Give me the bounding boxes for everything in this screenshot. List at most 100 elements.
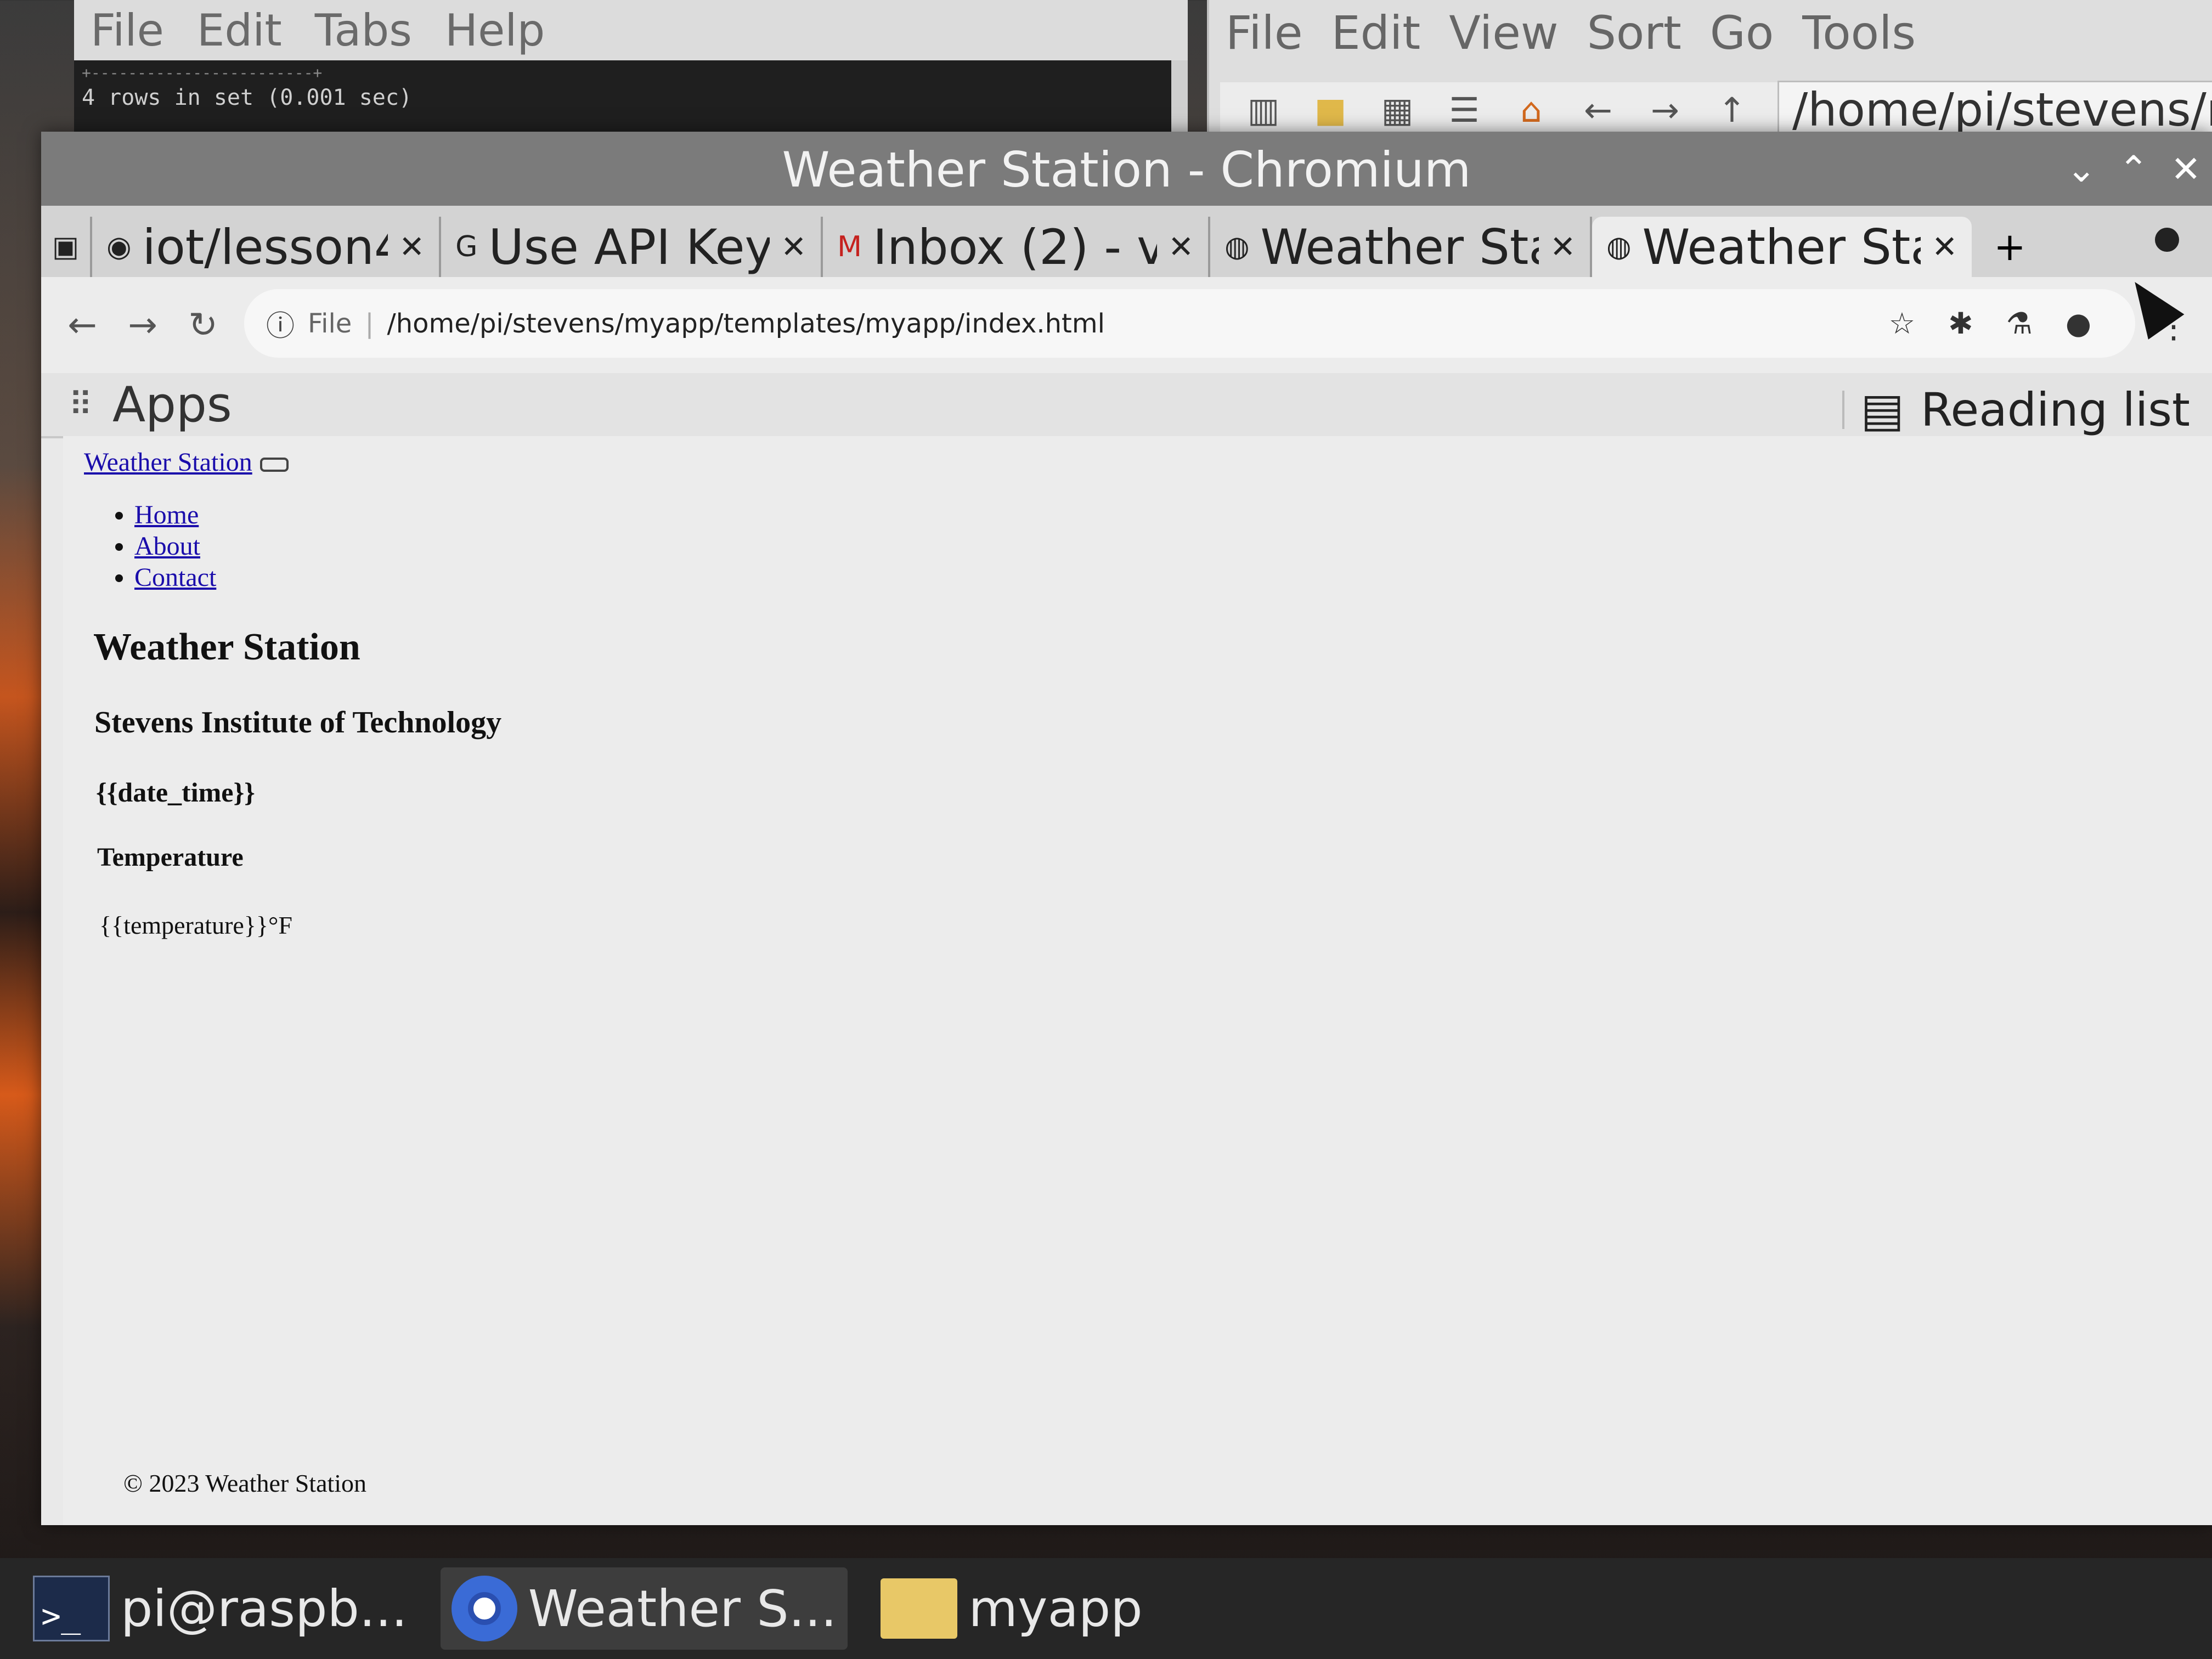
chromium-icon: [451, 1576, 517, 1641]
tab-search-dot-icon[interactable]: [2155, 228, 2179, 252]
address-bar[interactable]: ⓘ File | /home/pi/stevens/myapp/template…: [244, 289, 2135, 358]
fm-menu-tools[interactable]: Tools: [1802, 6, 1916, 60]
new-tab-button[interactable]: +: [1972, 217, 2048, 277]
home-icon[interactable]: ⌂: [1510, 88, 1553, 131]
terminal-icon: >_: [33, 1576, 110, 1641]
taskbar-item-chromium[interactable]: Weather S...: [440, 1567, 848, 1650]
apps-grid-icon[interactable]: ⠿: [69, 386, 93, 424]
taskbar: >_ pi@raspb... Weather S... myapp: [0, 1558, 2212, 1659]
window-titlebar[interactable]: Weather Station - Chromium ⌄ ⌃ ✕: [41, 132, 2212, 206]
gmail-icon: M: [837, 230, 862, 263]
icon-view-icon[interactable]: ▦: [1376, 88, 1419, 131]
url-text[interactable]: /home/pi/stevens/myapp/templates/myapp/i…: [387, 308, 1105, 339]
folder-icon[interactable]: ■: [1309, 88, 1352, 131]
tab-close-icon[interactable]: ✕: [1932, 229, 1957, 265]
tab-close-icon[interactable]: ✕: [1550, 229, 1576, 265]
tab-close-icon[interactable]: ✕: [781, 229, 806, 265]
list-view-icon[interactable]: ☰: [1443, 88, 1486, 131]
fm-menu-file[interactable]: File: [1226, 6, 1303, 60]
scheme-separator: |: [365, 308, 374, 339]
globe-icon: ◍: [1224, 230, 1250, 263]
omnibox-actions: ☆ ✱ ⚗ ●: [1889, 306, 2091, 341]
profile-avatar-icon[interactable]: ●: [2066, 306, 2091, 341]
sidebar-toggle-icon[interactable]: ▥: [1242, 88, 1285, 131]
tab-close-icon[interactable]: ✕: [399, 229, 425, 265]
file-manager-window: File Edit View Sort Go Tools ▥ ■ ▦ ☰ ⌂ ←…: [1207, 0, 2212, 139]
tab-title: Inbox (2) - vk: [873, 218, 1157, 275]
bookmarks-bar: ⠿ Apps ▤ Reading list: [41, 373, 2212, 438]
page-subheading: Stevens Institute of Technology: [94, 706, 502, 740]
fm-menu-view[interactable]: View: [1449, 6, 1558, 60]
nav-link-contact[interactable]: Contact: [134, 563, 216, 592]
terminal-table-border: +------------------------+: [82, 64, 323, 82]
fm-menu-sort[interactable]: Sort: [1587, 6, 1681, 60]
navigation-toolbar: ← → ↻ ⓘ File | /home/pi/stevens/myapp/te…: [41, 277, 2212, 373]
reload-icon[interactable]: ↻: [184, 305, 222, 346]
window-title: Weather Station - Chromium: [782, 142, 1471, 198]
tab-title: iot/lesson4/s: [142, 218, 388, 275]
terminal-menu-help[interactable]: Help: [445, 5, 545, 56]
tab-weather-station-active[interactable]: ◍ Weather Stat ✕: [1592, 217, 1972, 277]
navbar-toggler-button[interactable]: [259, 457, 289, 472]
nav-list: Home About Contact: [101, 499, 216, 593]
file-manager-path[interactable]: /home/pi/stevens/mya: [1778, 81, 2212, 139]
maximize-icon[interactable]: ⌃: [2118, 148, 2148, 190]
up-arrow-icon[interactable]: ↑: [1711, 88, 1753, 131]
fm-menu-edit[interactable]: Edit: [1331, 6, 1421, 60]
file-manager-menubar: File Edit View Sort Go Tools: [1209, 0, 2212, 66]
globe-icon: ◍: [1606, 230, 1632, 263]
taskbar-label: pi@raspb...: [121, 1579, 408, 1638]
page-heading: Weather Station: [93, 626, 360, 668]
close-icon[interactable]: ✕: [2171, 148, 2201, 190]
reading-list-label: Reading list: [1920, 383, 2190, 437]
terminal-result-line: 4 rows in set (0.001 sec): [82, 85, 413, 110]
google-icon: G: [455, 230, 478, 263]
nav-item-contact: Contact: [134, 562, 216, 593]
tab-weather-station-1[interactable]: ◍ Weather Stat ✕: [1210, 217, 1593, 277]
tab-strip: ▣ ◉ iot/lesson4/s ✕ G Use API Keys ✕ M I…: [41, 206, 2212, 277]
nav-link-about[interactable]: About: [134, 532, 200, 561]
tab-search-icon[interactable]: ▣: [41, 217, 93, 277]
tab-title: Use API Keys: [488, 218, 770, 275]
back-arrow-icon[interactable]: ←: [63, 305, 101, 346]
terminal-menu-file[interactable]: File: [91, 5, 164, 56]
terminal-window: File Edit Tabs Help +-------------------…: [74, 0, 1188, 137]
tab-search-icon-glyph: ▣: [52, 230, 80, 263]
page-content: Weather Station Home About Contact Weath…: [63, 436, 2212, 1525]
forward-arrow-icon[interactable]: →: [123, 305, 162, 346]
nav-link-home[interactable]: Home: [134, 500, 199, 529]
nav-item-home: Home: [134, 499, 216, 531]
terminal-menu-tabs[interactable]: Tabs: [315, 5, 412, 56]
page-footer: © 2023 Weather Station: [123, 1469, 367, 1497]
back-arrow-icon[interactable]: ←: [1577, 88, 1620, 131]
tab-title: Weather Stat: [1260, 218, 1539, 275]
temperature-label: Temperature: [97, 843, 244, 872]
tab-inbox[interactable]: M Inbox (2) - vk ✕: [823, 217, 1211, 277]
terminal-scrollbar[interactable]: [1171, 60, 1188, 137]
apps-bookmark[interactable]: Apps: [112, 376, 232, 433]
github-icon: ◉: [106, 230, 132, 263]
info-icon[interactable]: ⓘ: [266, 303, 295, 344]
terminal-output[interactable]: +------------------------+ 4 rows in set…: [74, 60, 1188, 137]
taskbar-item-myapp[interactable]: myapp: [870, 1567, 1153, 1650]
reading-list-button[interactable]: ▤ Reading list: [1842, 383, 2190, 437]
temperature-value: {{temperature}}°F: [99, 911, 292, 939]
tab-close-icon[interactable]: ✕: [1168, 229, 1194, 265]
nav-item-about: About: [134, 531, 216, 562]
terminal-menubar: File Edit Tabs Help: [74, 0, 1188, 60]
file-manager-toolbar: ▥ ■ ▦ ☰ ⌂ ← → ↑ /home/pi/stevens/mya: [1220, 81, 2212, 139]
labs-flask-icon[interactable]: ⚗: [2006, 306, 2032, 341]
forward-arrow-icon[interactable]: →: [1644, 88, 1686, 131]
navbar-brand-link[interactable]: Weather Station: [84, 448, 252, 477]
taskbar-item-terminal[interactable]: >_ pi@raspb...: [22, 1567, 419, 1650]
terminal-menu-edit[interactable]: Edit: [197, 5, 282, 56]
bookmark-star-icon[interactable]: ☆: [1889, 306, 1915, 341]
navbar-brand-row: Weather Station: [84, 447, 289, 477]
minimize-icon[interactable]: ⌄: [2066, 148, 2096, 190]
tab-api-keys[interactable]: G Use API Keys ✕: [441, 217, 823, 277]
fm-menu-go[interactable]: Go: [1710, 6, 1774, 60]
chromium-window: Weather Station - Chromium ⌄ ⌃ ✕ ▣ ◉ iot…: [41, 132, 2212, 1525]
extensions-puzzle-icon[interactable]: ✱: [1948, 306, 1973, 341]
reading-list-icon: ▤: [1860, 383, 1904, 437]
tab-github[interactable]: ◉ iot/lesson4/s ✕: [92, 217, 442, 277]
